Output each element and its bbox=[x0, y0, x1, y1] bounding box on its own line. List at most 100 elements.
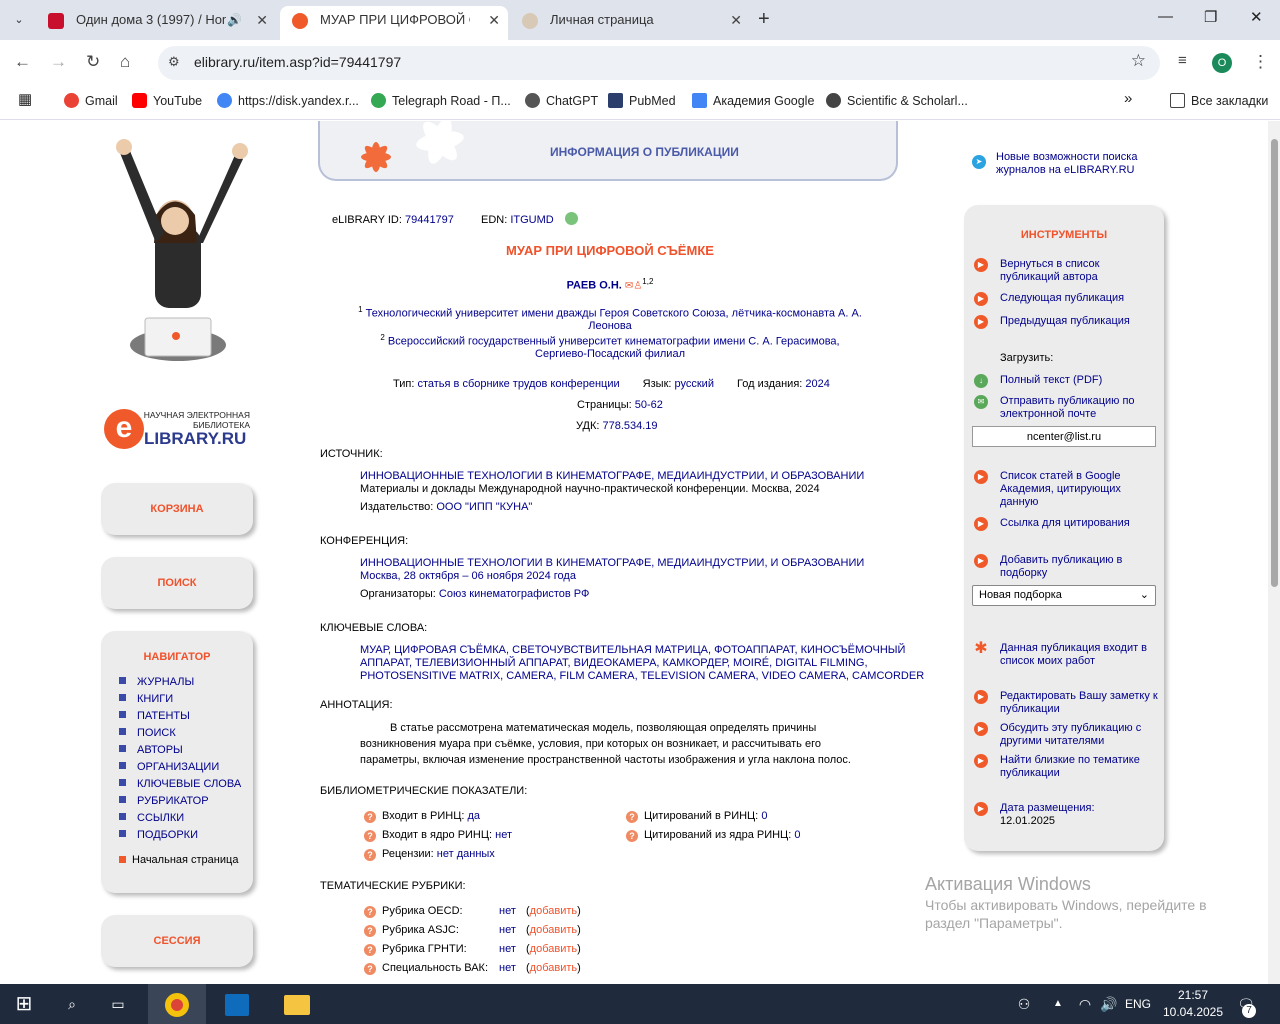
nav-organizations[interactable]: ОРГАНИЗАЦИИ bbox=[119, 759, 253, 776]
home-icon[interactable]: ⌂ bbox=[120, 52, 130, 72]
keywords-line[interactable]: PHOTOSENSITIVE MATRIX, CAMERA, FILM CAME… bbox=[360, 670, 924, 682]
close-tab-icon[interactable]: ✕ bbox=[730, 6, 742, 34]
reload-icon[interactable]: ↻ bbox=[86, 52, 100, 72]
bookmark-google-scholar[interactable]: Академия Google bbox=[692, 93, 814, 108]
affiliation-2[interactable]: 2 Всероссийский государственный универси… bbox=[355, 332, 865, 360]
add-rubric-link[interactable]: добавить bbox=[530, 943, 577, 955]
close-window-button[interactable]: ✕ bbox=[1250, 8, 1263, 26]
bookmark-pubmed[interactable]: PubMed bbox=[608, 93, 676, 108]
keywords-line[interactable]: АППАРАТ, ТЕЛЕВИЗИОННЫЙ АППАРАТ, ВИДЕОКАМ… bbox=[360, 657, 868, 669]
discuss-link[interactable]: ▶ Обсудить эту публикацию с другими читат… bbox=[974, 722, 1160, 748]
send-email-link[interactable]: ✉ Отправить публикацию по электронной поч… bbox=[974, 395, 1160, 421]
new-tab-button[interactable]: + bbox=[758, 8, 770, 31]
similar-link[interactable]: ▶ Найти близкие по тематике публикации bbox=[974, 754, 1160, 780]
session-button[interactable]: СЕССИЯ bbox=[101, 915, 253, 967]
basket-button[interactable]: КОРЗИНА bbox=[101, 483, 253, 535]
help-icon[interactable]: ? bbox=[364, 906, 376, 918]
author-link[interactable]: РАЕВ О.Н. bbox=[567, 280, 622, 292]
add-rubric-link[interactable]: добавить bbox=[530, 962, 577, 974]
fulltext-link[interactable]: ↓ Полный текст (PDF) bbox=[974, 374, 1160, 388]
outlook-icon[interactable] bbox=[208, 984, 266, 1024]
add-to-collection-link[interactable]: ▶ Добавить публикацию в подборку bbox=[974, 554, 1160, 580]
help-icon[interactable]: ? bbox=[364, 849, 376, 861]
tab-home-alone[interactable]: Один дома 3 (1997) / Home 🔊 ✕ bbox=[36, 6, 276, 40]
prev-publication-link[interactable]: ▶ Предыдущая публикация bbox=[974, 315, 1160, 329]
tab-search-icon[interactable]: ⌄ bbox=[8, 9, 30, 31]
help-icon[interactable]: ? bbox=[626, 811, 638, 823]
site-info-icon[interactable]: ⚙ bbox=[168, 54, 180, 70]
network-icon[interactable]: ◠ bbox=[1074, 984, 1096, 1024]
bookmark-scientific[interactable]: Scientific & Scholarl... bbox=[826, 93, 968, 108]
bookmark-chatgpt[interactable]: ChatGPT bbox=[525, 93, 598, 108]
my-works-link[interactable]: ✱ Данная публикация входит в список моих … bbox=[974, 641, 1160, 668]
all-bookmarks[interactable]: Все закладки bbox=[1170, 93, 1268, 108]
more-bookmarks-icon[interactable]: » bbox=[1124, 90, 1132, 107]
back-to-author-link[interactable]: ▶ Вернуться в список публикаций автора bbox=[974, 258, 1160, 284]
back-icon[interactable]: ← bbox=[14, 52, 31, 72]
nav-keywords[interactable]: КЛЮЧЕВЫЕ СЛОВА bbox=[119, 776, 253, 793]
source-link[interactable]: ИННОВАЦИОННЫЕ ТЕХНОЛОГИИ В КИНЕМАТОГРАФЕ… bbox=[360, 470, 864, 482]
news-link[interactable]: Новые возможности поиска журналов на eLI… bbox=[996, 151, 1156, 177]
search-icon[interactable]: ⌕ bbox=[52, 984, 92, 1024]
people-icon[interactable]: ⚇ bbox=[1012, 984, 1036, 1024]
media-icon[interactable]: ≡ bbox=[1178, 52, 1187, 69]
nav-home-link[interactable]: Начальная страница bbox=[119, 854, 253, 866]
qr-code-icon[interactable] bbox=[564, 212, 578, 225]
user-icon[interactable]: ♙ bbox=[633, 281, 642, 292]
next-publication-link[interactable]: ▶ Следующая публикация bbox=[974, 292, 1160, 306]
speaker-icon[interactable]: 🔊 bbox=[227, 6, 242, 34]
restore-button[interactable]: ❐ bbox=[1204, 8, 1217, 26]
language-indicator[interactable]: ENG bbox=[1124, 984, 1152, 1024]
help-icon[interactable]: ? bbox=[364, 811, 376, 823]
help-icon[interactable]: ? bbox=[364, 963, 376, 975]
volume-icon[interactable]: 🔊 bbox=[1098, 984, 1120, 1024]
file-explorer-icon[interactable] bbox=[268, 984, 326, 1024]
help-icon[interactable]: ? bbox=[364, 830, 376, 842]
nav-books[interactable]: КНИГИ bbox=[119, 691, 253, 708]
apps-icon[interactable]: ▦ bbox=[18, 90, 32, 108]
bookmark-yandex-disk[interactable]: https://disk.yandex.r... bbox=[217, 93, 359, 108]
help-icon[interactable]: ? bbox=[364, 925, 376, 937]
nav-search[interactable]: ПОИСК bbox=[119, 725, 253, 742]
add-rubric-link[interactable]: добавить bbox=[530, 924, 577, 936]
tray-chevron-icon[interactable]: ▲ bbox=[1048, 984, 1068, 1024]
bookmark-gmail[interactable]: Gmail bbox=[64, 93, 118, 108]
elibrary-logo[interactable]: e НАУЧНАЯ ЭЛЕКТРОННАЯ БИБЛИОТЕКА LIBRARY… bbox=[104, 405, 254, 451]
nav-rubricator[interactable]: РУБРИКАТОР bbox=[119, 793, 253, 810]
close-tab-icon[interactable]: ✕ bbox=[488, 6, 500, 34]
forward-icon[interactable]: → bbox=[50, 52, 67, 72]
address-bar[interactable]: ⚙ elibrary.ru/item.asp?id=79441797 ☆ bbox=[158, 46, 1160, 80]
nav-patents[interactable]: ПАТЕНТЫ bbox=[119, 708, 253, 725]
help-icon[interactable]: ? bbox=[626, 830, 638, 842]
edit-note-link[interactable]: ▶ Редактировать Вашу заметку к публикации bbox=[974, 690, 1160, 716]
help-icon[interactable]: ? bbox=[364, 944, 376, 956]
windows-start-icon[interactable]: ⊞ bbox=[0, 984, 48, 1024]
search-button[interactable]: ПОИСК bbox=[101, 557, 253, 609]
affiliation-1[interactable]: 1 Технологический университет имени дваж… bbox=[355, 304, 865, 332]
bookmark-youtube[interactable]: YouTube bbox=[132, 93, 202, 108]
google-scholar-link[interactable]: ▶ Список статей в Google Академия, цитиру… bbox=[974, 470, 1160, 509]
task-view-icon[interactable]: ▭ bbox=[98, 984, 138, 1024]
tab-elibrary[interactable]: МУАР ПРИ ЦИФРОВОЙ СЪЁМКЕ ✕ bbox=[280, 6, 508, 40]
close-tab-icon[interactable]: ✕ bbox=[256, 6, 268, 34]
nav-links[interactable]: ССЫЛКИ bbox=[119, 810, 253, 827]
menu-icon[interactable]: ⋮ bbox=[1252, 52, 1269, 72]
keywords-line[interactable]: МУАР, ЦИФРОВАЯ СЪЁМКА, СВЕТОЧУВСТВИТЕЛЬН… bbox=[360, 644, 905, 656]
conference-link[interactable]: ИННОВАЦИОННЫЕ ТЕХНОЛОГИИ В КИНЕМАТОГРАФЕ… bbox=[360, 557, 864, 569]
tab-personal[interactable]: Личная страница ✕ bbox=[510, 6, 750, 40]
scrollbar[interactable] bbox=[1268, 121, 1280, 984]
minimize-button[interactable]: — bbox=[1158, 8, 1173, 25]
add-rubric-link[interactable]: добавить bbox=[530, 905, 577, 917]
email-input[interactable] bbox=[972, 426, 1156, 447]
scrollbar-thumb[interactable] bbox=[1271, 139, 1278, 587]
bookmark-telegraph[interactable]: Telegraph Road - П... bbox=[371, 93, 511, 108]
url-text[interactable]: elibrary.ru/item.asp?id=79441797 bbox=[194, 54, 401, 70]
bookmark-star-icon[interactable]: ☆ bbox=[1131, 51, 1146, 71]
clock[interactable]: 21:57 10.04.2025 bbox=[1158, 987, 1228, 1021]
chrome-icon[interactable] bbox=[148, 984, 206, 1024]
cite-link[interactable]: ▶ Ссылка для цитирования bbox=[974, 517, 1160, 531]
nav-authors[interactable]: АВТОРЫ bbox=[119, 742, 253, 759]
collection-select[interactable]: Новая подборка ⌄ bbox=[972, 585, 1156, 606]
nav-journals[interactable]: ЖУРНАЛЫ bbox=[119, 674, 253, 691]
nav-collections[interactable]: ПОДБОРКИ bbox=[119, 827, 253, 844]
